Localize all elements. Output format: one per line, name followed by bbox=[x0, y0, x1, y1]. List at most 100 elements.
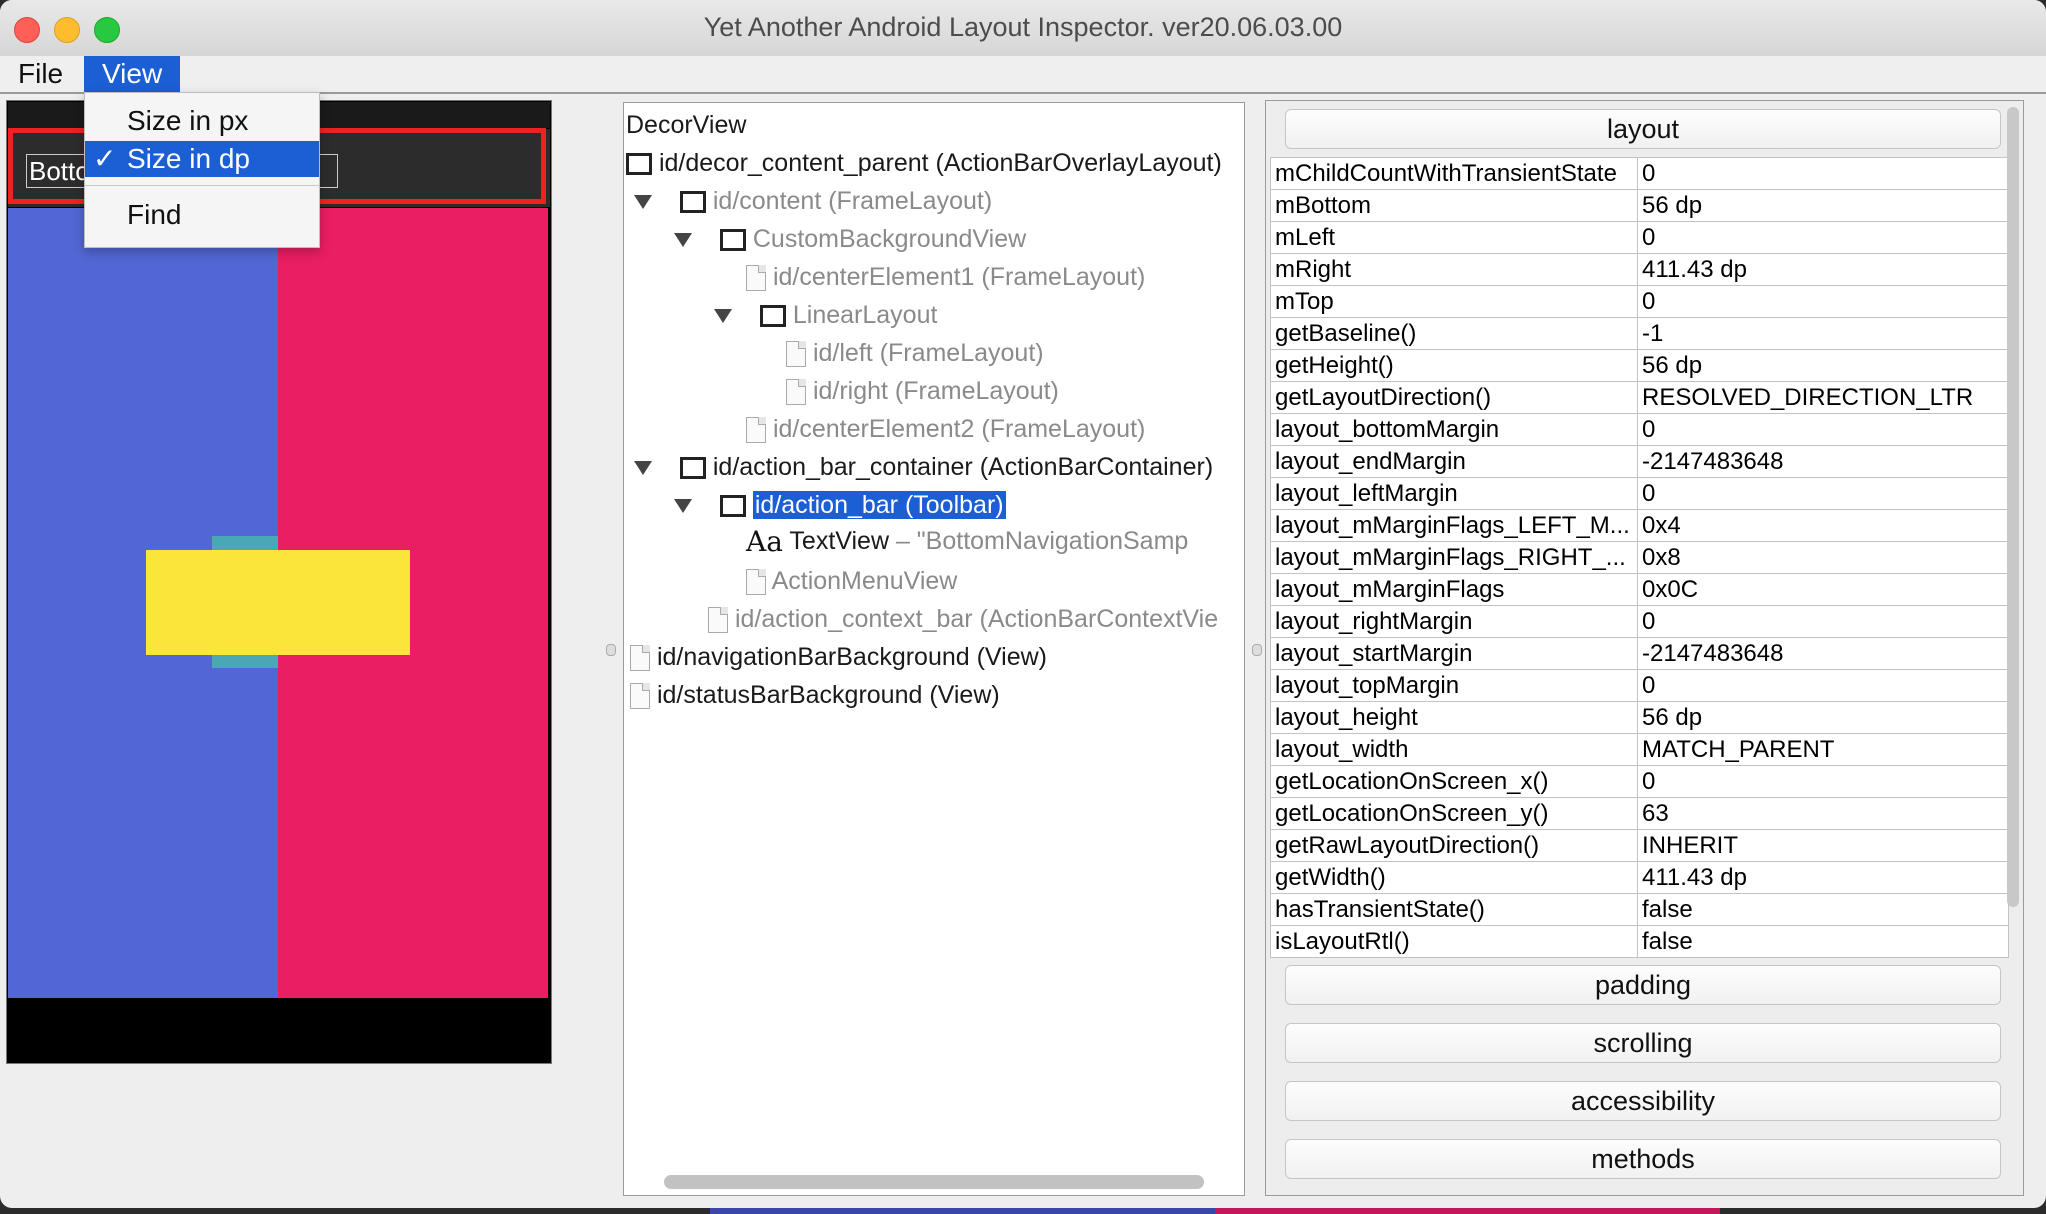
property-row[interactable]: layout_leftMargin 0 bbox=[1270, 477, 2009, 510]
property-value[interactable]: -1 bbox=[1637, 317, 2009, 350]
expand-arrow-icon[interactable] bbox=[634, 195, 652, 210]
property-row[interactable]: layout_mMarginFlags 0x0C bbox=[1270, 573, 2009, 606]
property-value[interactable]: 0 bbox=[1637, 413, 2009, 446]
property-row[interactable]: mRight 411.43 dp bbox=[1270, 253, 2009, 286]
menu-item-size-in-dp[interactable]: ✓ Size in dp bbox=[85, 141, 319, 177]
tree-row-decorview[interactable]: DecorView bbox=[626, 107, 746, 143]
menu-view[interactable]: View bbox=[84, 56, 181, 92]
property-value[interactable]: -2147483648 bbox=[1637, 445, 2009, 478]
tree-row-action-context-bar[interactable]: id/action_context_bar (ActionBarContextV… bbox=[708, 601, 1218, 637]
tree-row-textview[interactable]: Aa TextView – "BottomNavigationSamp bbox=[746, 523, 1188, 559]
property-row[interactable]: mChildCountWithTransientState 0 bbox=[1270, 157, 2009, 190]
tree-row-status-bar-background[interactable]: id/statusBarBackground (View) bbox=[630, 677, 1000, 713]
section-layout-button[interactable]: layout bbox=[1285, 109, 2001, 149]
section-methods-button[interactable]: methods bbox=[1285, 1139, 2001, 1179]
property-row[interactable]: layout_bottomMargin 0 bbox=[1270, 413, 2009, 446]
title-bar: Yet Another Android Layout Inspector. ve… bbox=[0, 0, 2046, 57]
tree-row-action-menu-view[interactable]: ActionMenuView bbox=[746, 563, 957, 599]
property-name: mLeft bbox=[1270, 221, 1638, 254]
property-value[interactable]: 0 bbox=[1637, 605, 2009, 638]
tree-row-right[interactable]: id/right (FrameLayout) bbox=[786, 373, 1059, 409]
property-row[interactable]: layout_width MATCH_PARENT bbox=[1270, 733, 2009, 766]
tree-row-decor-content-parent[interactable]: id/decor_content_parent (ActionBarOverla… bbox=[626, 145, 1222, 181]
property-value[interactable]: 56 dp bbox=[1637, 189, 2009, 222]
menu-item-find[interactable]: Find bbox=[85, 197, 319, 233]
property-row[interactable]: getWidth() 411.43 dp bbox=[1270, 861, 2009, 894]
tree-row-label: DecorView bbox=[626, 111, 747, 139]
tree-row-content[interactable]: id/content (FrameLayout) bbox=[634, 183, 992, 219]
property-value[interactable]: 0 bbox=[1637, 765, 2009, 798]
property-value[interactable]: 56 dp bbox=[1637, 349, 2009, 382]
properties-vertical-scrollbar[interactable] bbox=[2007, 107, 2019, 907]
property-row[interactable]: mLeft 0 bbox=[1270, 221, 2009, 254]
tree-row-custom-background-view[interactable]: CustomBackgroundView bbox=[674, 221, 1026, 257]
tree-row-text-preview: – "BottomNavigationSamp bbox=[889, 527, 1189, 555]
tree-row-center-element1[interactable]: id/centerElement1 (FrameLayout) bbox=[746, 259, 1145, 295]
property-row[interactable]: layout_endMargin -2147483648 bbox=[1270, 445, 2009, 478]
tree-horizontal-scrollbar[interactable] bbox=[664, 1175, 1204, 1189]
property-value[interactable]: 0x4 bbox=[1637, 509, 2009, 542]
property-row[interactable]: mTop 0 bbox=[1270, 285, 2009, 318]
tree-row-linear-layout[interactable]: LinearLayout bbox=[714, 297, 937, 333]
property-row[interactable]: getLocationOnScreen_y() 63 bbox=[1270, 797, 2009, 830]
property-value[interactable]: 0 bbox=[1637, 669, 2009, 702]
property-value[interactable]: RESOLVED_DIRECTION_LTR bbox=[1637, 381, 2009, 414]
property-value[interactable]: -2147483648 bbox=[1637, 637, 2009, 670]
expand-arrow-icon[interactable] bbox=[714, 309, 732, 324]
property-row[interactable]: getRawLayoutDirection() INHERIT bbox=[1270, 829, 2009, 862]
expand-arrow-icon[interactable] bbox=[674, 233, 692, 248]
tree-row-center-element2[interactable]: id/centerElement2 (FrameLayout) bbox=[746, 411, 1145, 447]
property-value[interactable]: MATCH_PARENT bbox=[1637, 733, 2009, 766]
property-value[interactable]: 0 bbox=[1637, 221, 2009, 254]
property-row[interactable]: layout_startMargin -2147483648 bbox=[1270, 637, 2009, 670]
splitter-handle-left[interactable] bbox=[606, 644, 616, 656]
tree-row-navigation-bar-background[interactable]: id/navigationBarBackground (View) bbox=[630, 639, 1047, 675]
property-value[interactable]: 0x8 bbox=[1637, 541, 2009, 574]
view-leaf-icon bbox=[786, 341, 806, 368]
tree-row-label: id/right (FrameLayout) bbox=[812, 377, 1059, 405]
property-row[interactable]: layout_mMarginFlags_LEFT_M... 0x4 bbox=[1270, 509, 2009, 542]
section-accessibility-button[interactable]: accessibility bbox=[1285, 1081, 2001, 1121]
menu-item-size-in-px[interactable]: Size in px bbox=[85, 103, 319, 139]
tree-row-label: CustomBackgroundView bbox=[752, 225, 1027, 253]
property-value[interactable]: false bbox=[1637, 925, 2009, 958]
tree-row-label: id/action_context_bar (ActionBarContextV… bbox=[734, 605, 1219, 633]
tree-row-action-bar[interactable]: id/action_bar (Toolbar) bbox=[674, 487, 1006, 523]
property-value[interactable]: 56 dp bbox=[1637, 701, 2009, 734]
property-value[interactable]: 0 bbox=[1637, 285, 2009, 318]
property-name: layout_endMargin bbox=[1270, 445, 1638, 478]
expand-arrow-icon[interactable] bbox=[674, 499, 692, 514]
property-name: layout_topMargin bbox=[1270, 669, 1638, 702]
section-scrolling-button[interactable]: scrolling bbox=[1285, 1023, 2001, 1063]
tree-row-label: id/content (FrameLayout) bbox=[712, 187, 993, 215]
view-leaf-icon bbox=[746, 569, 766, 596]
property-row[interactable]: hasTransientState() false bbox=[1270, 893, 2009, 926]
property-row[interactable]: getLayoutDirection() RESOLVED_DIRECTION_L… bbox=[1270, 381, 2009, 414]
property-value[interactable]: false bbox=[1637, 893, 2009, 926]
preview-center-element1[interactable] bbox=[146, 550, 410, 655]
property-row[interactable]: layout_mMarginFlags_RIGHT_... 0x8 bbox=[1270, 541, 2009, 574]
menu-file[interactable]: File bbox=[2, 56, 79, 92]
property-value[interactable]: 0 bbox=[1637, 157, 2009, 190]
property-value[interactable]: 0x0C bbox=[1637, 573, 2009, 606]
property-row[interactable]: layout_height 56 dp bbox=[1270, 701, 2009, 734]
splitter-handle-right[interactable] bbox=[1252, 644, 1262, 656]
property-row[interactable]: getHeight() 56 dp bbox=[1270, 349, 2009, 382]
property-value[interactable]: 0 bbox=[1637, 477, 2009, 510]
expand-arrow-icon[interactable] bbox=[634, 461, 652, 476]
property-row[interactable]: getLocationOnScreen_x() 0 bbox=[1270, 765, 2009, 798]
tree-row-left[interactable]: id/left (FrameLayout) bbox=[786, 335, 1044, 371]
property-row[interactable]: mBottom 56 dp bbox=[1270, 189, 2009, 222]
property-row[interactable]: isLayoutRtl() false bbox=[1270, 925, 2009, 958]
section-padding-button[interactable]: padding bbox=[1285, 965, 2001, 1005]
property-value[interactable]: INHERIT bbox=[1637, 829, 2009, 862]
property-value[interactable]: 63 bbox=[1637, 797, 2009, 830]
property-value[interactable]: 411.43 dp bbox=[1637, 253, 2009, 286]
property-row[interactable]: layout_rightMargin 0 bbox=[1270, 605, 2009, 638]
view-hierarchy-tree[interactable]: DecorView id/decor_content_parent (Actio… bbox=[623, 102, 1245, 1196]
tree-row-action-bar-container[interactable]: id/action_bar_container (ActionBarContai… bbox=[634, 449, 1213, 485]
property-row[interactable]: layout_topMargin 0 bbox=[1270, 669, 2009, 702]
property-name: mChildCountWithTransientState bbox=[1270, 157, 1638, 190]
property-row[interactable]: getBaseline() -1 bbox=[1270, 317, 2009, 350]
property-value[interactable]: 411.43 dp bbox=[1637, 861, 2009, 894]
